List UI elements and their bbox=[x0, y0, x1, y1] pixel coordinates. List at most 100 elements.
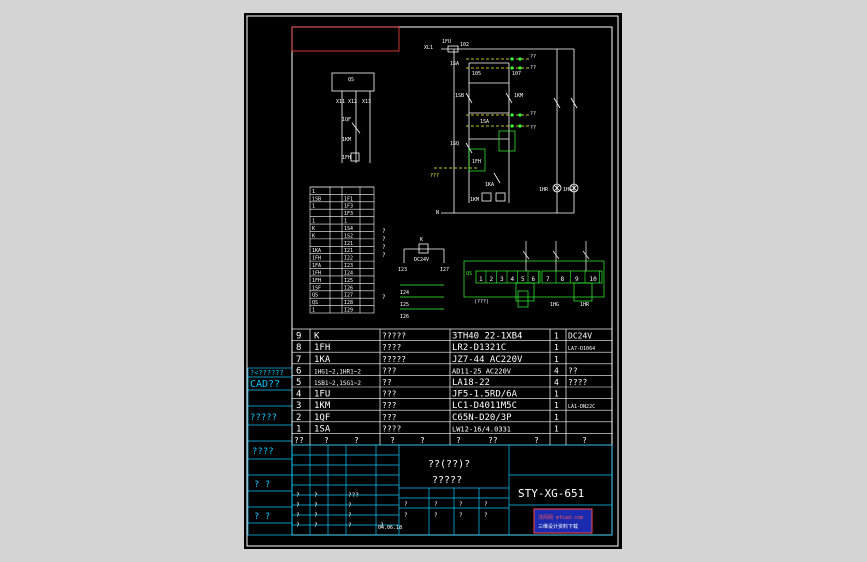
bom-no: 9 bbox=[296, 332, 301, 342]
strip-number: 2 bbox=[490, 276, 494, 283]
bom-header-cell: ? bbox=[456, 436, 461, 445]
label-1hg-strip: 1HG bbox=[550, 302, 559, 308]
left-label-2: CAD?? bbox=[250, 379, 280, 390]
title-block-marks: ?? ????? ??? ??? ?? ???? ???? bbox=[296, 492, 488, 529]
bom-model: JF5-1.5RD/6A bbox=[452, 390, 518, 400]
bom-model: LR2-D1321C bbox=[452, 343, 506, 353]
bom-header-cell: ?? bbox=[294, 436, 304, 445]
svg-text:?: ? bbox=[314, 512, 318, 519]
qs-switch bbox=[331, 72, 375, 163]
bom-qty: 1 bbox=[554, 401, 559, 410]
svg-text:?: ? bbox=[314, 522, 318, 529]
label-i23: I23 bbox=[398, 267, 407, 273]
logo-text-2: 三维设计资料下载 bbox=[538, 523, 578, 530]
label-1km: 1KM bbox=[514, 93, 523, 99]
terminal-cell-a: 1 bbox=[312, 219, 315, 225]
label-1sa: 1SA bbox=[450, 61, 459, 67]
bom-note: ???? bbox=[568, 378, 587, 387]
label-x11: X11 bbox=[336, 99, 345, 105]
bom-qty: 1 bbox=[554, 413, 559, 422]
bom-code: 1SB1~2,1SG1~2 bbox=[314, 380, 361, 387]
strip-number: 4 bbox=[511, 276, 515, 283]
corner-tag-box bbox=[291, 26, 400, 52]
bom-model: LW12-16/4.0331 bbox=[452, 425, 511, 433]
bom-no: 5 bbox=[296, 378, 301, 388]
bom-note: ?? bbox=[568, 366, 578, 375]
label-k: K bbox=[420, 237, 423, 243]
terminal-cell-b: I28 bbox=[344, 300, 353, 306]
label-i24: I24 bbox=[400, 290, 409, 296]
bom-no: 6 bbox=[296, 366, 301, 376]
terminal-cell-b: I21 bbox=[344, 248, 353, 254]
left-label-3: ????? bbox=[250, 413, 277, 423]
svg-text:?: ? bbox=[348, 512, 352, 519]
terminal-cell-b: I27 bbox=[344, 293, 353, 299]
strip-number: 1 bbox=[479, 276, 483, 283]
bom-name: ??? bbox=[382, 366, 397, 375]
terminal-cell-b: I29 bbox=[344, 308, 353, 314]
bom-no: 8 bbox=[296, 343, 301, 353]
bom-code: 1FH bbox=[314, 343, 330, 353]
label-1qf: 1QF bbox=[342, 117, 351, 123]
terminal-cell-b: I26 bbox=[344, 285, 353, 291]
strip-number: 7 bbox=[546, 276, 550, 283]
terminal-strip-numbers: 1 2 3 4 5 6 7 8 9 10 bbox=[479, 271, 600, 283]
label-1km-left: 1KM bbox=[342, 137, 351, 143]
svg-text:?: ? bbox=[484, 512, 488, 519]
svg-text:?: ? bbox=[296, 522, 300, 529]
label-1hr: 1HR bbox=[539, 187, 549, 193]
svg-text:?: ? bbox=[404, 512, 408, 519]
strip-number: 6 bbox=[532, 276, 536, 283]
terminal-cell-b: I21 bbox=[344, 241, 353, 247]
left-label-1: ?<?????? bbox=[250, 369, 284, 377]
svg-text:?: ? bbox=[459, 512, 463, 519]
label-i26: I26 bbox=[400, 314, 409, 320]
terminal-cell-a: 1SF bbox=[312, 285, 321, 291]
bom-qty: 4 bbox=[554, 366, 559, 375]
svg-text:???: ??? bbox=[348, 492, 359, 499]
label-i27: I27 bbox=[440, 267, 449, 273]
strip-number: 3 bbox=[500, 276, 504, 283]
strip-number: 10 bbox=[590, 276, 598, 283]
terminal-side-5: ? bbox=[382, 294, 386, 301]
bom-header: ??????????? bbox=[294, 436, 587, 445]
bom-model: JZ7-44 AC220V bbox=[452, 355, 523, 365]
bom-code: 1KA bbox=[314, 355, 331, 365]
bom-no: 3 bbox=[296, 401, 301, 411]
bom-header-cell: ? bbox=[534, 436, 539, 445]
label-1sb: 1SB bbox=[455, 93, 464, 99]
bom-code: 1QF bbox=[314, 413, 330, 423]
terminal-cell-b: I23 bbox=[344, 263, 353, 269]
logo-text-1: 沐风网 mfcad.com bbox=[538, 514, 583, 521]
bom-header-cell: ? bbox=[390, 436, 395, 445]
terminal-cell-b: 1S4 bbox=[344, 226, 353, 232]
label-dc24v: DC24V bbox=[414, 257, 429, 263]
bom-qty: 4 bbox=[554, 378, 559, 387]
drawing-date: 04.06.18 bbox=[378, 525, 402, 531]
svg-text:?: ? bbox=[459, 501, 463, 508]
bom-model: LA18-22 bbox=[452, 378, 490, 388]
schematic-drawing: ?<?????? CAD?? ????? ???? ? ? ? ? XL1 1F… bbox=[246, 15, 619, 547]
label-xl1: XL1 bbox=[424, 45, 433, 51]
bom-name: ???? bbox=[382, 343, 401, 352]
bom-name: ????? bbox=[382, 355, 406, 364]
label-q2: ?? bbox=[530, 65, 536, 71]
bom-model: AD11-25 AC220V bbox=[452, 367, 512, 375]
left-label-5: ? ? bbox=[254, 480, 270, 490]
terminal-cell-b: 1 bbox=[344, 219, 347, 225]
bom-model: C65N-D20/3P bbox=[452, 413, 512, 423]
terminal-cell-b: 1F3 bbox=[344, 204, 353, 210]
bom-no: 2 bbox=[296, 413, 301, 423]
strip-switches bbox=[522, 241, 590, 271]
strip-number: 8 bbox=[561, 276, 565, 283]
strip-number: 5 bbox=[521, 276, 525, 283]
label-1sa2: 1SA bbox=[480, 119, 489, 125]
label-strip-note: (???) bbox=[474, 299, 489, 305]
bom-note: DC24V bbox=[568, 332, 592, 341]
svg-text:?: ? bbox=[348, 522, 352, 529]
label-q4: ?? bbox=[530, 125, 536, 131]
label-i25: I25 bbox=[400, 302, 409, 308]
bom-header-cell: ? bbox=[420, 436, 425, 445]
bom-qty: 1 bbox=[554, 355, 559, 364]
label-x13: X13 bbox=[362, 99, 371, 105]
